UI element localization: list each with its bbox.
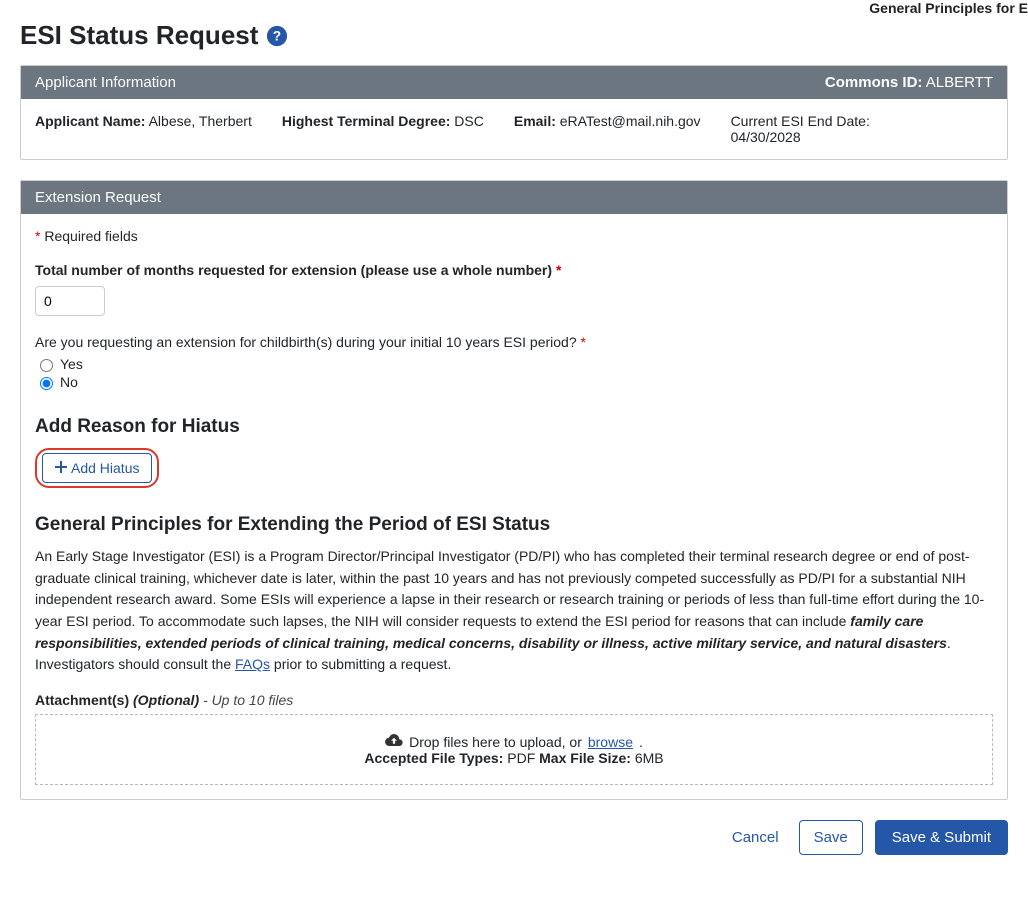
terminal-degree-value: DSC bbox=[454, 113, 484, 129]
principles-part3: prior to submitting a request. bbox=[270, 656, 451, 672]
childbirth-question-text: Are you requesting an extension for chil… bbox=[35, 334, 577, 350]
principles-header: General Principles for Extending the Per… bbox=[35, 514, 993, 536]
add-hiatus-label: Add Hiatus bbox=[71, 460, 139, 476]
principles-text: An Early Stage Investigator (ESI) is a P… bbox=[35, 546, 993, 676]
extension-request-header: Extension Request bbox=[21, 181, 1007, 214]
months-label-text: Total number of months requested for ext… bbox=[35, 262, 552, 278]
required-fields-note: * Required fields bbox=[35, 228, 993, 244]
applicant-name: Applicant Name: Albese, Therbert bbox=[35, 113, 252, 145]
email-value: eRATest@mail.nih.gov bbox=[560, 113, 701, 129]
maxsize-label: Max File Size: bbox=[539, 750, 631, 766]
save-button[interactable]: Save bbox=[799, 820, 863, 855]
faqs-link[interactable]: FAQs bbox=[235, 656, 270, 672]
dropzone-accepted: Accepted File Types: PDF Max File Size: … bbox=[54, 750, 974, 766]
childbirth-no-label: No bbox=[60, 374, 78, 390]
principles-part1: An Early Stage Investigator (ESI) is a P… bbox=[35, 548, 984, 629]
applicant-email: Email: eRATest@mail.nih.gov bbox=[514, 113, 701, 145]
applicant-info-header-text: Applicant Information bbox=[35, 74, 176, 91]
attachments-label: Attachment(s) (Optional) - Up to 10 file… bbox=[35, 692, 993, 708]
required-star-icon: * bbox=[556, 262, 561, 278]
extension-request-header-text: Extension Request bbox=[35, 189, 161, 206]
page-title: ESI Status Request ? bbox=[20, 20, 1008, 51]
commons-id-value: ALBERTT bbox=[926, 74, 993, 91]
cancel-button[interactable]: Cancel bbox=[724, 823, 787, 852]
childbirth-question: Are you requesting an extension for chil… bbox=[35, 334, 993, 350]
terminal-degree-label: Highest Terminal Degree: bbox=[282, 113, 451, 129]
required-fields-text: Required fields bbox=[44, 228, 137, 244]
maxsize-value: 6MB bbox=[635, 750, 664, 766]
childbirth-yes-label: Yes bbox=[60, 356, 83, 372]
plus-icon bbox=[55, 460, 67, 476]
save-submit-button[interactable]: Save & Submit bbox=[875, 820, 1008, 855]
accepted-types: PDF bbox=[507, 750, 535, 766]
extension-request-panel: Extension Request * Required fields Tota… bbox=[20, 180, 1008, 800]
add-hiatus-button[interactable]: Add Hiatus bbox=[42, 453, 152, 483]
svg-text:?: ? bbox=[273, 28, 281, 43]
required-star-icon: * bbox=[35, 228, 40, 244]
dropzone-text: Drop files here to upload, or bbox=[409, 734, 582, 750]
terminal-degree: Highest Terminal Degree: DSC bbox=[282, 113, 484, 145]
help-icon[interactable]: ? bbox=[266, 25, 288, 47]
attachments-limit: - Up to 10 files bbox=[203, 692, 293, 708]
required-star-icon: * bbox=[581, 334, 586, 350]
esi-end-value: 04/30/2028 bbox=[731, 129, 891, 145]
months-label: Total number of months requested for ext… bbox=[35, 262, 993, 278]
commons-id-label: Commons ID: bbox=[825, 74, 923, 91]
applicant-name-label: Applicant Name: bbox=[35, 113, 145, 129]
accepted-label: Accepted File Types: bbox=[364, 750, 503, 766]
childbirth-no-radio[interactable] bbox=[40, 377, 53, 390]
applicant-name-value: Albese, Therbert bbox=[149, 113, 252, 129]
attachments-label-text: Attachment(s) bbox=[35, 692, 129, 708]
childbirth-yes-radio[interactable] bbox=[40, 359, 53, 372]
applicant-info-panel: Applicant Information Commons ID: ALBERT… bbox=[20, 65, 1008, 160]
months-input[interactable] bbox=[35, 286, 105, 316]
email-label: Email: bbox=[514, 113, 556, 129]
action-bar: Cancel Save Save & Submit bbox=[20, 820, 1008, 855]
page-title-text: ESI Status Request bbox=[20, 20, 258, 51]
browse-link[interactable]: browse bbox=[588, 734, 633, 750]
esi-end-date: Current ESI End Date: 04/30/2028 bbox=[731, 113, 891, 145]
esi-end-label: Current ESI End Date: bbox=[731, 113, 891, 129]
attachments-optional: (Optional) bbox=[133, 692, 199, 708]
applicant-info-header: Applicant Information Commons ID: ALBERT… bbox=[21, 66, 1007, 99]
cloud-upload-icon bbox=[385, 733, 403, 750]
commons-id: Commons ID: ALBERTT bbox=[825, 74, 993, 91]
hiatus-header: Add Reason for Hiatus bbox=[35, 416, 993, 438]
add-hiatus-highlight: Add Hiatus bbox=[35, 448, 159, 488]
truncated-header-fragment: General Principles for E bbox=[869, 0, 1028, 16]
file-dropzone[interactable]: Drop files here to upload, or browse. Ac… bbox=[35, 714, 993, 785]
